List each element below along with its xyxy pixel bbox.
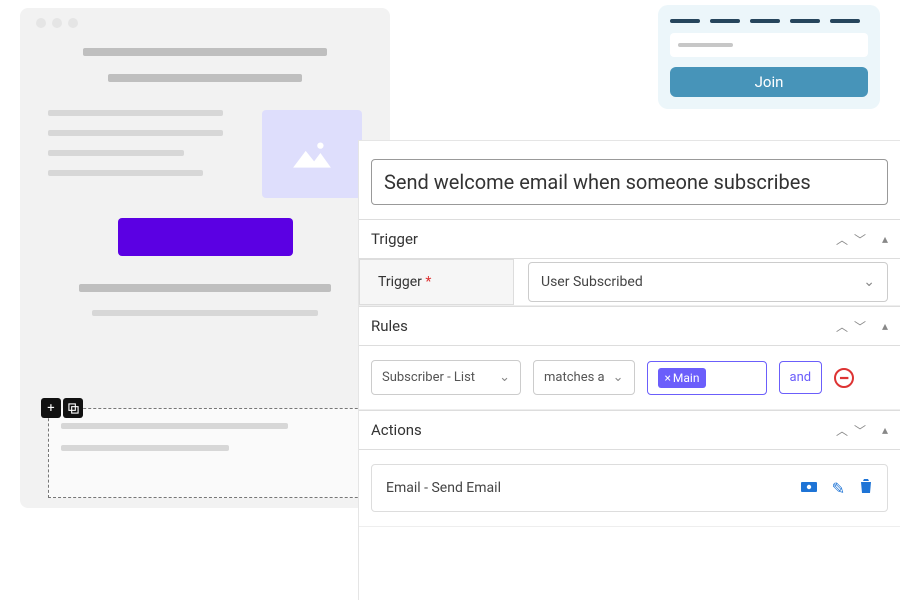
duplicate-block-button[interactable] [63,398,83,418]
action-label: Email - Send Email [386,480,501,496]
rules-section-header[interactable]: Rules ︿ ﹀ ▴ [359,306,900,346]
section-title: Actions [371,421,422,439]
editor-cta-button[interactable] [118,218,293,256]
join-button[interactable]: Join [670,67,868,97]
editor-image-row [48,110,362,198]
move-down-icon[interactable]: ﹀ [854,318,866,335]
placeholder-bar [108,74,303,82]
required-mark: * [425,274,431,290]
placeholder-bar [48,150,184,156]
rule-and-button[interactable]: and [779,361,823,394]
rule-remove-button[interactable]: − [834,368,854,388]
rule-value-input[interactable]: × Main [647,361,767,395]
email-editor-card: + [20,8,390,508]
collapse-icon[interactable]: ▴ [882,232,888,246]
placeholder-bar [83,48,328,56]
window-dots [36,18,362,28]
signup-heading-bars [670,19,868,23]
signup-widget: Join [658,5,880,109]
collapse-icon[interactable]: ▴ [882,423,888,437]
collapse-icon[interactable]: ▴ [882,319,888,333]
edit-icon[interactable]: ✎ [832,479,845,498]
input-placeholder-bar [678,43,733,47]
placeholder-bar [48,130,223,136]
move-down-icon[interactable]: ﹀ [854,422,866,439]
placeholder-bar [48,110,223,116]
chevron-down-icon: ⌄ [613,370,624,385]
delete-icon[interactable] [859,478,873,498]
placeholder-bar [61,423,288,429]
image-icon [291,138,333,170]
action-row[interactable]: Email - Send Email ✎ [371,464,888,512]
signup-email-input[interactable] [670,33,868,57]
chip-close-icon[interactable]: × [665,371,671,385]
rule-operator-select[interactable]: matches a ⌄ [533,360,635,395]
chevron-down-icon: ⌄ [499,370,510,385]
move-down-icon[interactable]: ﹀ [854,231,866,248]
section-title: Trigger [371,230,418,248]
trigger-section-header[interactable]: Trigger ︿ ﹀ ▴ [359,219,900,259]
placeholder-bar [79,284,330,292]
move-up-icon[interactable]: ︿ [836,231,848,248]
section-title: Rules [371,317,408,335]
placeholder-bar [61,445,229,451]
move-up-icon[interactable]: ︿ [836,422,848,439]
actions-section-header[interactable]: Actions ︿ ﹀ ▴ [359,410,900,450]
trigger-select[interactable]: User Subscribed ⌄ [528,262,888,302]
placeholder-bar [92,310,318,316]
chevron-down-icon: ⌄ [863,274,875,290]
add-block-button[interactable]: + [41,398,61,418]
automation-panel: Send welcome email when someone subscrib… [358,140,900,600]
rule-chip[interactable]: × Main [658,368,707,388]
rule-field-select[interactable]: Subscriber - List ⌄ [371,360,521,395]
editor-dropzone[interactable]: + [48,408,398,498]
automation-title-input[interactable]: Send welcome email when someone subscrib… [371,159,888,205]
image-placeholder[interactable] [262,110,362,198]
preview-icon[interactable] [800,479,818,498]
move-up-icon[interactable]: ︿ [836,318,848,335]
placeholder-bar [48,170,203,176]
duplicate-icon [68,403,79,414]
trigger-field-label: Trigger * [359,259,514,305]
